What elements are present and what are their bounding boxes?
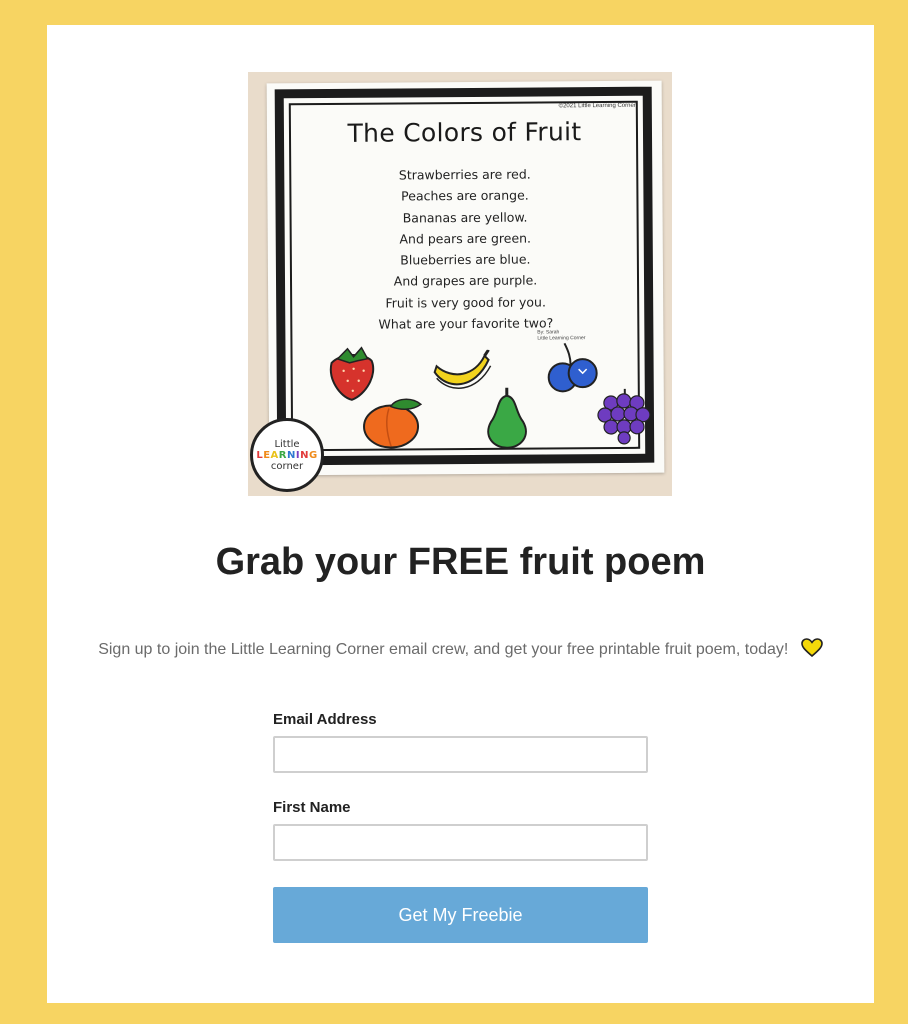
poem-image: ©2021 Little Learning Corner The Colors … bbox=[248, 72, 672, 496]
poem-line: Fruit is very good for you. bbox=[385, 294, 546, 311]
poem-line: What are your favorite two? bbox=[378, 315, 554, 332]
poem-line: Peaches are orange. bbox=[401, 187, 529, 204]
poem-paper: ©2021 Little Learning Corner The Colors … bbox=[266, 80, 665, 476]
grapes-icon bbox=[597, 388, 651, 445]
poem-line: And grapes are purple. bbox=[393, 272, 538, 289]
little-learning-corner-logo: Little LEARNING corner bbox=[250, 418, 324, 492]
get-my-freebie-button[interactable]: Get My Freebie bbox=[273, 887, 648, 943]
email-field-group: Email Address bbox=[273, 711, 648, 773]
logo-learning-word: LEARNING bbox=[256, 449, 318, 461]
first-name-field[interactable] bbox=[273, 824, 648, 861]
pear-icon bbox=[487, 387, 527, 449]
signup-card: ©2021 Little Learning Corner The Colors … bbox=[47, 25, 874, 1003]
poem-line: Bananas are yellow. bbox=[402, 209, 528, 226]
poem-copyright: ©2021 Little Learning Corner bbox=[558, 102, 636, 110]
signup-description-text: Sign up to join the Little Learning Corn… bbox=[98, 641, 789, 659]
blueberry-icon bbox=[547, 342, 598, 393]
yellow-heart-icon bbox=[801, 638, 823, 658]
poem-line: Blueberries are blue. bbox=[400, 251, 531, 268]
poem-lines: Strawberries are red. Peaches are orange… bbox=[267, 163, 663, 336]
first-name-label: First Name bbox=[273, 799, 351, 816]
peach-icon bbox=[363, 398, 423, 449]
page-title: Grab your FREE fruit poem bbox=[215, 541, 706, 583]
signup-description: Sign up to join the Little Learning Corn… bbox=[47, 638, 874, 660]
email-field[interactable] bbox=[273, 736, 648, 773]
poem-line: And pears are green. bbox=[399, 230, 532, 247]
email-label: Email Address bbox=[273, 711, 377, 728]
poem-title: The Colors of Fruit bbox=[347, 117, 582, 148]
first-name-field-group: First Name bbox=[273, 799, 648, 861]
signup-form: Email Address First Name Get My Freebie bbox=[273, 711, 648, 943]
poem-line: Strawberries are red. bbox=[398, 166, 531, 183]
